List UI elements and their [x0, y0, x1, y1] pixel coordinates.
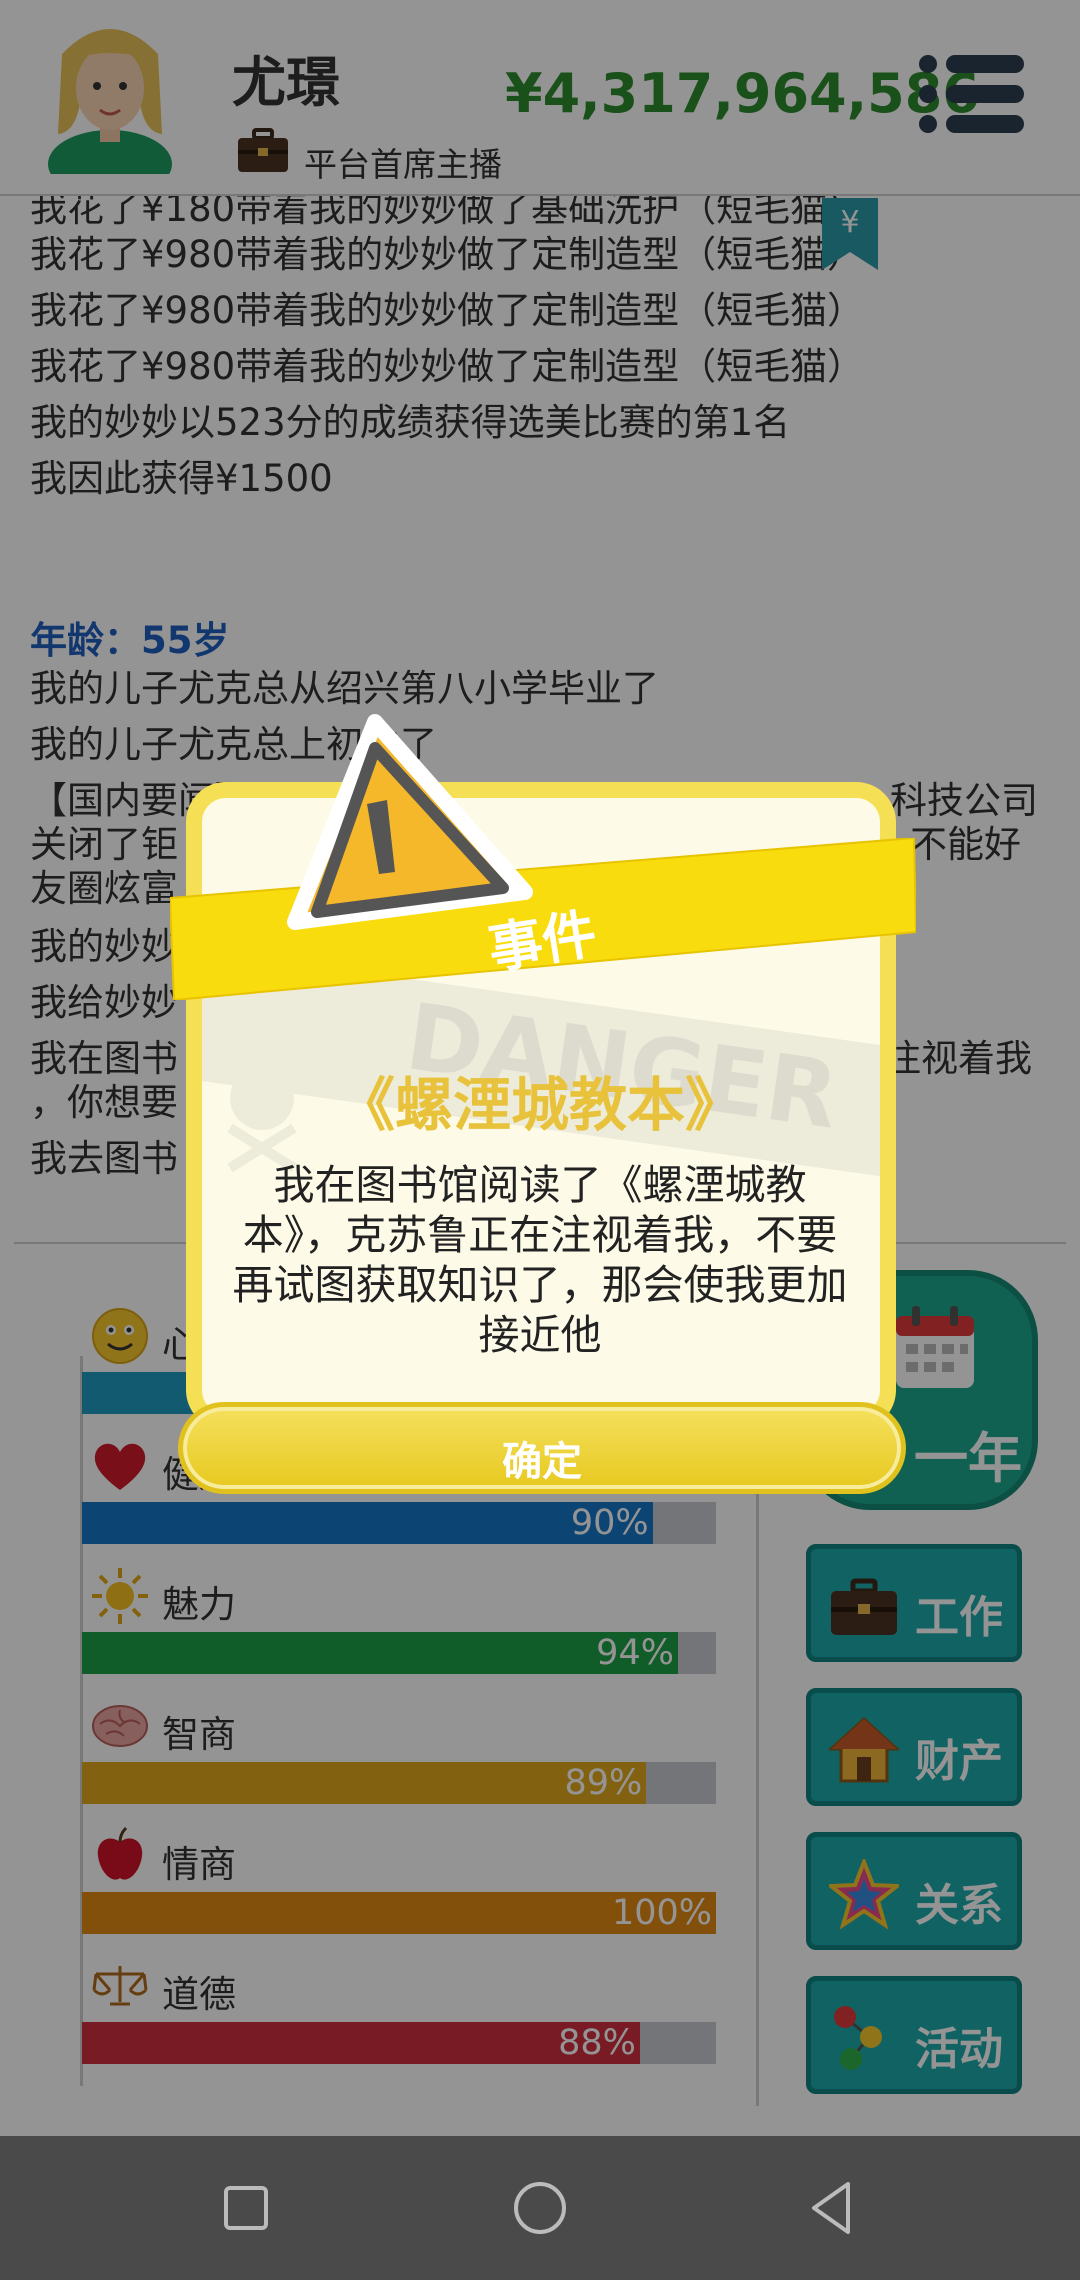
dialog-message: 我在图书馆阅读了《螺湮城教本》，克苏鲁正在注视着我，不要再试图获取知识了，那会使… — [232, 1161, 848, 1359]
confirm-button[interactable]: 确定 — [178, 1402, 906, 1494]
dialog-title: 事件 — [484, 901, 601, 982]
circle-home-icon[interactable] — [504, 2172, 576, 2244]
book-title: 《螺湮城教本》 — [336, 1071, 743, 1139]
triangle-back-icon[interactable] — [796, 2172, 868, 2244]
confirm-label: 确定 — [502, 1439, 582, 1485]
system-nav-bar — [0, 2136, 1080, 2280]
square-recent-apps-icon[interactable] — [210, 2172, 282, 2244]
